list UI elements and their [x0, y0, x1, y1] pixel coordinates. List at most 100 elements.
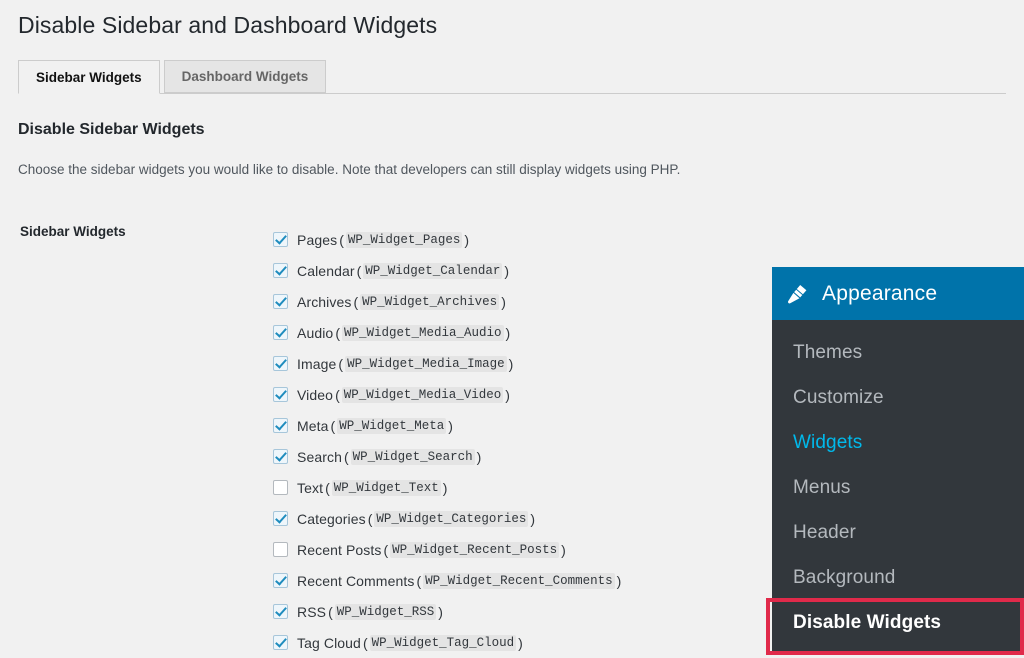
checkbox-search[interactable]	[273, 449, 288, 464]
close-paren: )	[508, 355, 514, 372]
open-paren: (	[339, 231, 344, 248]
widget-label: Calendar	[297, 262, 355, 279]
widget-label: Tag Cloud	[297, 634, 361, 651]
widget-label: Pages	[297, 231, 338, 248]
widget-label: Image	[297, 355, 337, 372]
section-description: Choose the sidebar widgets you would lik…	[18, 162, 681, 177]
widget-class-name: WP_Widget_Tag_Cloud	[369, 634, 517, 651]
widget-class-name: WP_Widget_Media_Image	[345, 355, 507, 372]
checkbox-video[interactable]	[273, 387, 288, 402]
widget-class-name: WP_Widget_Media_Video	[341, 386, 504, 403]
widget-row[interactable]: Image(WP_Widget_Media_Image)	[273, 348, 793, 379]
tab-dashboard-widgets[interactable]: Dashboard Widgets	[163, 60, 327, 93]
close-paren: )	[530, 510, 536, 527]
checkbox-archives[interactable]	[273, 294, 288, 309]
admin-menu-header-appearance[interactable]: Appearance	[772, 267, 1024, 320]
tab-strip: Sidebar Widgets Dashboard Widgets	[18, 60, 1006, 94]
close-paren: )	[505, 324, 511, 341]
widget-class-name: WP_Widget_Recent_Comments	[423, 572, 615, 589]
checkbox-image[interactable]	[273, 356, 288, 371]
open-paren: (	[416, 572, 422, 589]
widget-row[interactable]: Categories(WP_Widget_Categories)	[273, 503, 793, 534]
sidebar-item-disable-widgets[interactable]: Disable Widgets	[772, 600, 1024, 645]
widget-row[interactable]: Archives(WP_Widget_Archives)	[273, 286, 793, 317]
page-title: Disable Sidebar and Dashboard Widgets	[18, 12, 438, 38]
close-paren: )	[464, 231, 470, 248]
admin-menu-items: Themes Customize Widgets Menus Header Backgro…	[772, 320, 1024, 645]
open-paren: (	[356, 262, 362, 279]
close-paren: )	[442, 479, 448, 496]
section-heading: Disable Sidebar Widgets	[18, 121, 205, 138]
checkbox-meta[interactable]	[273, 418, 288, 433]
widget-class-name: WP_Widget_Media_Audio	[341, 324, 504, 341]
checkbox-recent-posts[interactable]	[273, 542, 288, 557]
sidebar-item-menus[interactable]: Menus	[772, 465, 1024, 510]
field-label-sidebar-widgets: Sidebar Widgets	[20, 224, 126, 239]
checkbox-text[interactable]	[273, 480, 288, 495]
widget-label: Recent Posts	[297, 541, 382, 558]
open-paren: (	[335, 386, 340, 403]
sidebar-item-customize[interactable]: Customize	[772, 375, 1024, 420]
admin-menu-header-label: Appearance	[822, 281, 938, 305]
sidebar-item-widgets[interactable]: Widgets	[772, 420, 1024, 465]
checkbox-recent-comments[interactable]	[273, 573, 288, 588]
tab-sidebar-widgets[interactable]: Sidebar Widgets	[18, 60, 160, 94]
close-paren: )	[518, 634, 523, 651]
checkbox-audio[interactable]	[273, 325, 288, 340]
widget-class-name: WP_Widget_Calendar	[363, 262, 503, 279]
close-paren: )	[438, 603, 443, 620]
checkbox-pages[interactable]	[273, 232, 288, 247]
close-paren: )	[501, 293, 506, 310]
checkbox-tag-cloud[interactable]	[273, 635, 288, 650]
widget-label: Search	[297, 448, 342, 465]
widget-label: Archives	[297, 293, 352, 310]
widget-class-name: WP_Widget_Text	[331, 479, 441, 496]
open-paren: (	[335, 324, 340, 341]
sidebar-item-background[interactable]: Background	[772, 555, 1024, 600]
sidebar-item-header[interactable]: Header	[772, 510, 1024, 555]
open-paren: (	[328, 603, 333, 620]
widget-row[interactable]: Tag Cloud(WP_Widget_Tag_Cloud)	[273, 627, 793, 658]
widget-label: RSS	[297, 603, 327, 620]
close-paren: )	[448, 417, 453, 434]
widget-row[interactable]: Calendar(WP_Widget_Calendar)	[273, 255, 793, 286]
open-paren: (	[362, 634, 368, 651]
widget-row[interactable]: RSS(WP_Widget_RSS)	[273, 596, 793, 627]
close-paren: )	[616, 572, 622, 589]
widget-checkbox-list: Pages(WP_Widget_Pages) Calendar(WP_Widget…	[273, 224, 793, 658]
widget-label: Text	[297, 479, 324, 496]
widget-row[interactable]: Meta(WP_Widget_Meta)	[273, 410, 793, 441]
sidebar-item-themes[interactable]: Themes	[772, 330, 1024, 375]
widget-label: Recent Comments	[297, 572, 415, 589]
widget-row[interactable]: Text(WP_Widget_Text)	[273, 472, 793, 503]
open-paren: (	[338, 355, 344, 372]
close-paren: )	[561, 541, 566, 558]
widget-class-name: WP_Widget_Search	[350, 448, 475, 465]
checkbox-categories[interactable]	[273, 511, 288, 526]
widget-label: Audio	[297, 324, 334, 341]
widget-class-name: WP_Widget_Meta	[337, 417, 447, 434]
open-paren: (	[383, 541, 389, 558]
open-paren: (	[367, 510, 373, 527]
widget-row[interactable]: Pages(WP_Widget_Pages)	[273, 224, 793, 255]
open-paren: (	[325, 479, 330, 496]
widget-label: Categories	[297, 510, 366, 527]
widget-class-name: WP_Widget_Categories	[374, 510, 529, 527]
admin-sidebar-menu: Appearance Themes Customize Widgets Menus He…	[772, 267, 1024, 655]
widget-row[interactable]: Recent Comments(WP_Widget_Recent_Comment…	[273, 565, 793, 596]
widget-row[interactable]: Audio(WP_Widget_Media_Audio)	[273, 317, 793, 348]
widget-label: Video	[297, 386, 334, 403]
checkbox-calendar[interactable]	[273, 263, 288, 278]
widget-class-name: WP_Widget_Recent_Posts	[390, 541, 560, 558]
open-paren: (	[330, 417, 336, 434]
paintbrush-icon	[784, 281, 810, 307]
widget-class-name: WP_Widget_Archives	[360, 293, 500, 310]
widget-row[interactable]: Search(WP_Widget_Search)	[273, 441, 793, 472]
open-paren: (	[353, 293, 359, 310]
open-paren: (	[343, 448, 349, 465]
widget-row[interactable]: Recent Posts(WP_Widget_Recent_Posts)	[273, 534, 793, 565]
checkbox-rss[interactable]	[273, 604, 288, 619]
widget-row[interactable]: Video(WP_Widget_Media_Video)	[273, 379, 793, 410]
widget-class-name: WP_Widget_RSS	[334, 603, 437, 620]
close-paren: )	[505, 386, 510, 403]
